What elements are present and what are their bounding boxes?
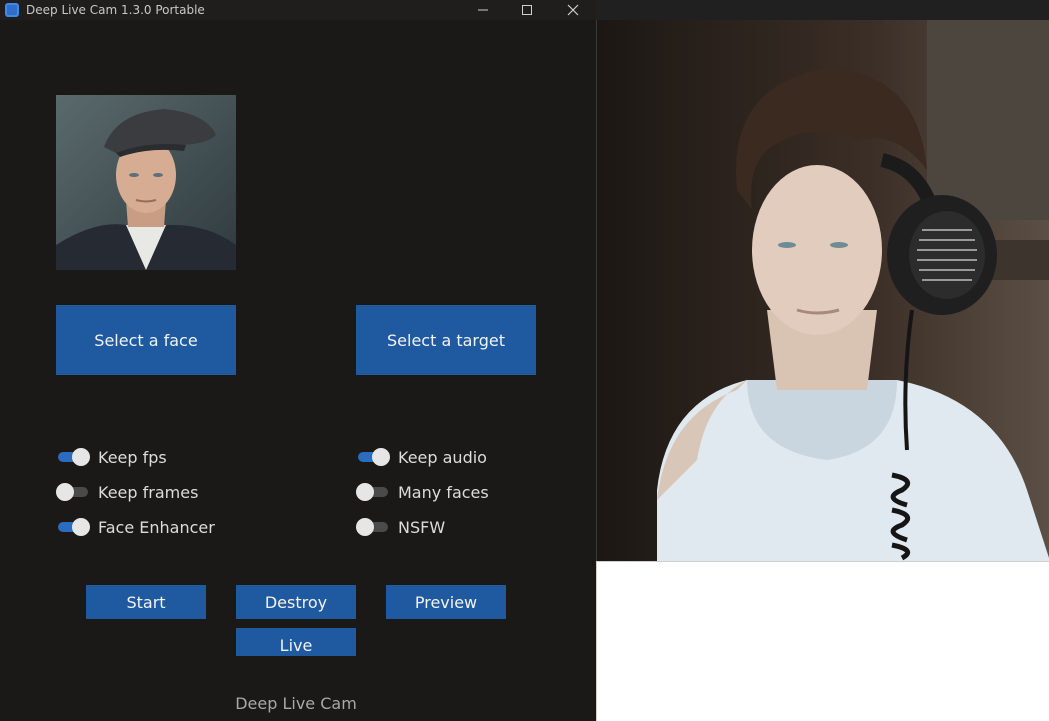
keep-audio-switch[interactable] (356, 448, 390, 466)
source-face-image (56, 95, 236, 270)
keep-fps-label: Keep fps (98, 447, 167, 467)
many-faces-label: Many faces (398, 482, 489, 502)
switch-knob (72, 448, 90, 466)
close-button[interactable] (550, 0, 596, 20)
app-icon (5, 3, 19, 17)
close-icon (567, 4, 579, 16)
option-many-faces[interactable]: Many faces (356, 481, 489, 503)
window-title: Deep Live Cam 1.3.0 Portable (26, 3, 205, 17)
keep-audio-label: Keep audio (398, 447, 487, 467)
footer-label: Deep Live Cam (235, 694, 357, 713)
preview-title-bar (596, 0, 1049, 20)
option-nsfw[interactable]: NSFW (356, 516, 445, 538)
preview-blank-area (596, 561, 1049, 721)
preview-button[interactable]: Preview (386, 585, 506, 619)
maximize-button[interactable] (504, 0, 550, 20)
maximize-icon (522, 5, 532, 15)
option-face-enhancer[interactable]: Face Enhancer (56, 516, 215, 538)
many-faces-switch[interactable] (356, 483, 390, 501)
start-button[interactable]: Start (86, 585, 206, 619)
nsfw-switch[interactable] (356, 518, 390, 536)
switch-knob (56, 483, 74, 501)
title-bar: Deep Live Cam 1.3.0 Portable (0, 0, 596, 20)
nsfw-label: NSFW (398, 517, 446, 537)
switch-knob (72, 518, 90, 536)
face-enhancer-label: Face Enhancer (98, 517, 215, 537)
face-enhancer-switch[interactable] (56, 518, 90, 536)
keep-frames-switch[interactable] (56, 483, 90, 501)
keep-frames-label: Keep frames (98, 482, 199, 502)
main-window: Deep Live Cam 1.3.0 Portable Select a fa… (0, 0, 596, 721)
live-preview-frame (596, 20, 1049, 561)
preview-image (597, 20, 1049, 561)
switch-knob (356, 518, 374, 536)
select-face-button[interactable]: Select a face (56, 305, 236, 375)
live-button[interactable]: Live (236, 628, 356, 656)
minimize-button[interactable] (460, 0, 506, 20)
source-face-thumbnail (56, 95, 236, 270)
switch-knob (372, 448, 390, 466)
keep-fps-switch[interactable] (56, 448, 90, 466)
switch-knob (356, 483, 374, 501)
destroy-button[interactable]: Destroy (236, 585, 356, 619)
select-target-button[interactable]: Select a target (356, 305, 536, 375)
option-keep-frames[interactable]: Keep frames (56, 481, 198, 503)
option-keep-fps[interactable]: Keep fps (56, 446, 167, 468)
option-keep-audio[interactable]: Keep audio (356, 446, 487, 468)
minimize-icon (478, 9, 488, 11)
